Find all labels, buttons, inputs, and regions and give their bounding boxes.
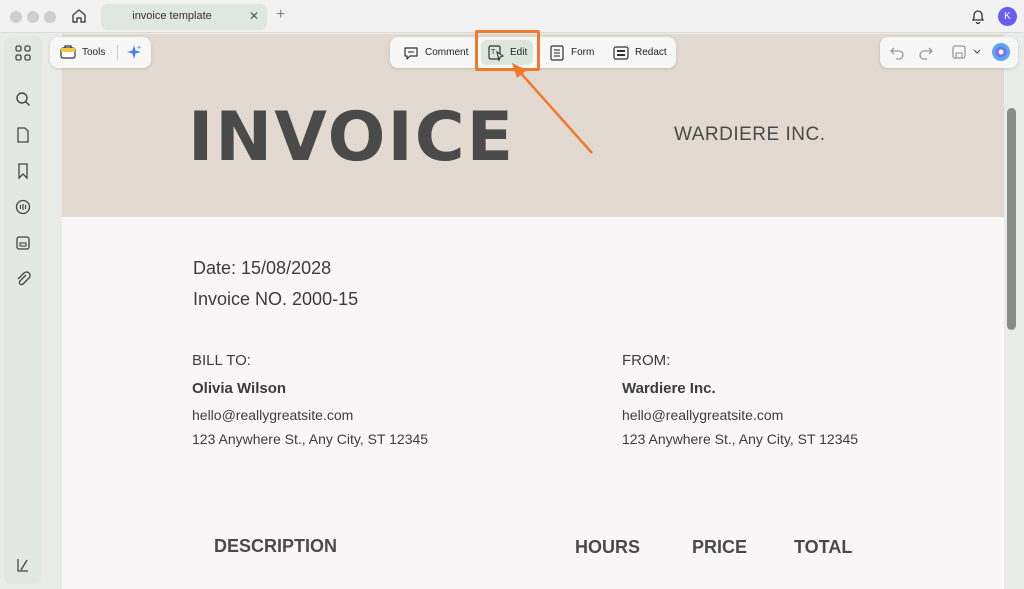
redact-mode-button[interactable]: Redact <box>606 40 673 65</box>
from-label[interactable]: FROM: <box>622 352 670 369</box>
from-name[interactable]: Wardiere Inc. <box>622 380 716 397</box>
ai-assistant-icon[interactable] <box>991 42 1011 62</box>
ai-sparkle-icon[interactable] <box>125 43 143 61</box>
total-header[interactable]: TOTAL <box>794 537 852 558</box>
home-icon[interactable] <box>70 7 88 25</box>
comment-icon <box>404 46 418 60</box>
close-window-button[interactable] <box>10 11 22 23</box>
tools-toolbar: Tools <box>50 37 151 68</box>
bill-to-label[interactable]: BILL TO: <box>192 352 251 369</box>
history-toolbar <box>880 37 1018 68</box>
tools-label: Tools <box>82 46 106 58</box>
zoom-window-button[interactable] <box>44 11 56 23</box>
search-icon[interactable] <box>14 90 32 108</box>
from-address[interactable]: 123 Anywhere St., Any City, ST 12345 <box>622 431 858 447</box>
invoice-title[interactable]: INVOICE <box>188 98 515 177</box>
minimize-window-button[interactable] <box>27 11 39 23</box>
divider <box>117 45 118 60</box>
save-icon[interactable] <box>951 44 967 60</box>
form-mode-label: Form <box>571 47 595 58</box>
invoice-number[interactable]: Invoice NO. 2000-15 <box>193 289 358 310</box>
bill-to-email[interactable]: hello@reallygreatsite.com <box>192 407 353 423</box>
stamp-icon[interactable] <box>14 234 32 252</box>
bill-to-address[interactable]: 123 Anywhere St., Any City, ST 12345 <box>192 431 428 447</box>
document-tab[interactable]: invoice template ✕ <box>101 4 267 30</box>
redo-icon[interactable] <box>918 44 934 60</box>
price-header[interactable]: PRICE <box>692 537 747 558</box>
sidebar-toggle-icon[interactable] <box>14 556 32 574</box>
title-bar: invoice template ✕ + K <box>0 0 1024 33</box>
new-tab-button[interactable]: + <box>276 6 285 24</box>
tools-button[interactable]: Tools <box>59 43 105 61</box>
toolbox-icon <box>60 45 76 59</box>
company-name[interactable]: WARDIERE INC. <box>674 124 825 146</box>
vertical-scrollbar[interactable] <box>1007 108 1016 330</box>
bell-icon[interactable] <box>969 7 987 25</box>
bookmark-icon[interactable] <box>14 162 32 180</box>
edit-highlight-box <box>475 30 540 71</box>
hours-header[interactable]: HOURS <box>575 537 640 558</box>
form-mode-button[interactable]: Form <box>542 40 600 65</box>
comment-mode-button[interactable]: Comment <box>396 40 474 65</box>
comment-mode-label: Comment <box>425 47 469 58</box>
page-icon[interactable] <box>14 126 32 144</box>
redact-icon <box>613 45 629 60</box>
redact-mode-label: Redact <box>635 47 667 58</box>
form-icon <box>550 44 564 61</box>
from-email[interactable]: hello@reallygreatsite.com <box>622 407 783 423</box>
bill-to-name[interactable]: Olivia Wilson <box>192 380 286 397</box>
tab-close-icon[interactable]: ✕ <box>249 9 259 23</box>
tab-title: invoice template <box>132 10 212 22</box>
avatar[interactable]: K <box>998 7 1017 26</box>
invoice-date[interactable]: Date: 15/08/2028 <box>193 258 331 279</box>
description-header[interactable]: DESCRIPTION <box>214 536 337 557</box>
comments-icon[interactable] <box>14 198 32 216</box>
chevron-down-icon[interactable] <box>973 48 981 56</box>
grid-icon[interactable] <box>14 44 32 62</box>
invoice-page: INVOICE WARDIERE INC. Date: 15/08/2028 I… <box>62 34 1004 589</box>
paperclip-icon[interactable] <box>14 270 32 288</box>
undo-icon[interactable] <box>889 44 905 60</box>
left-sidebar <box>4 36 42 584</box>
